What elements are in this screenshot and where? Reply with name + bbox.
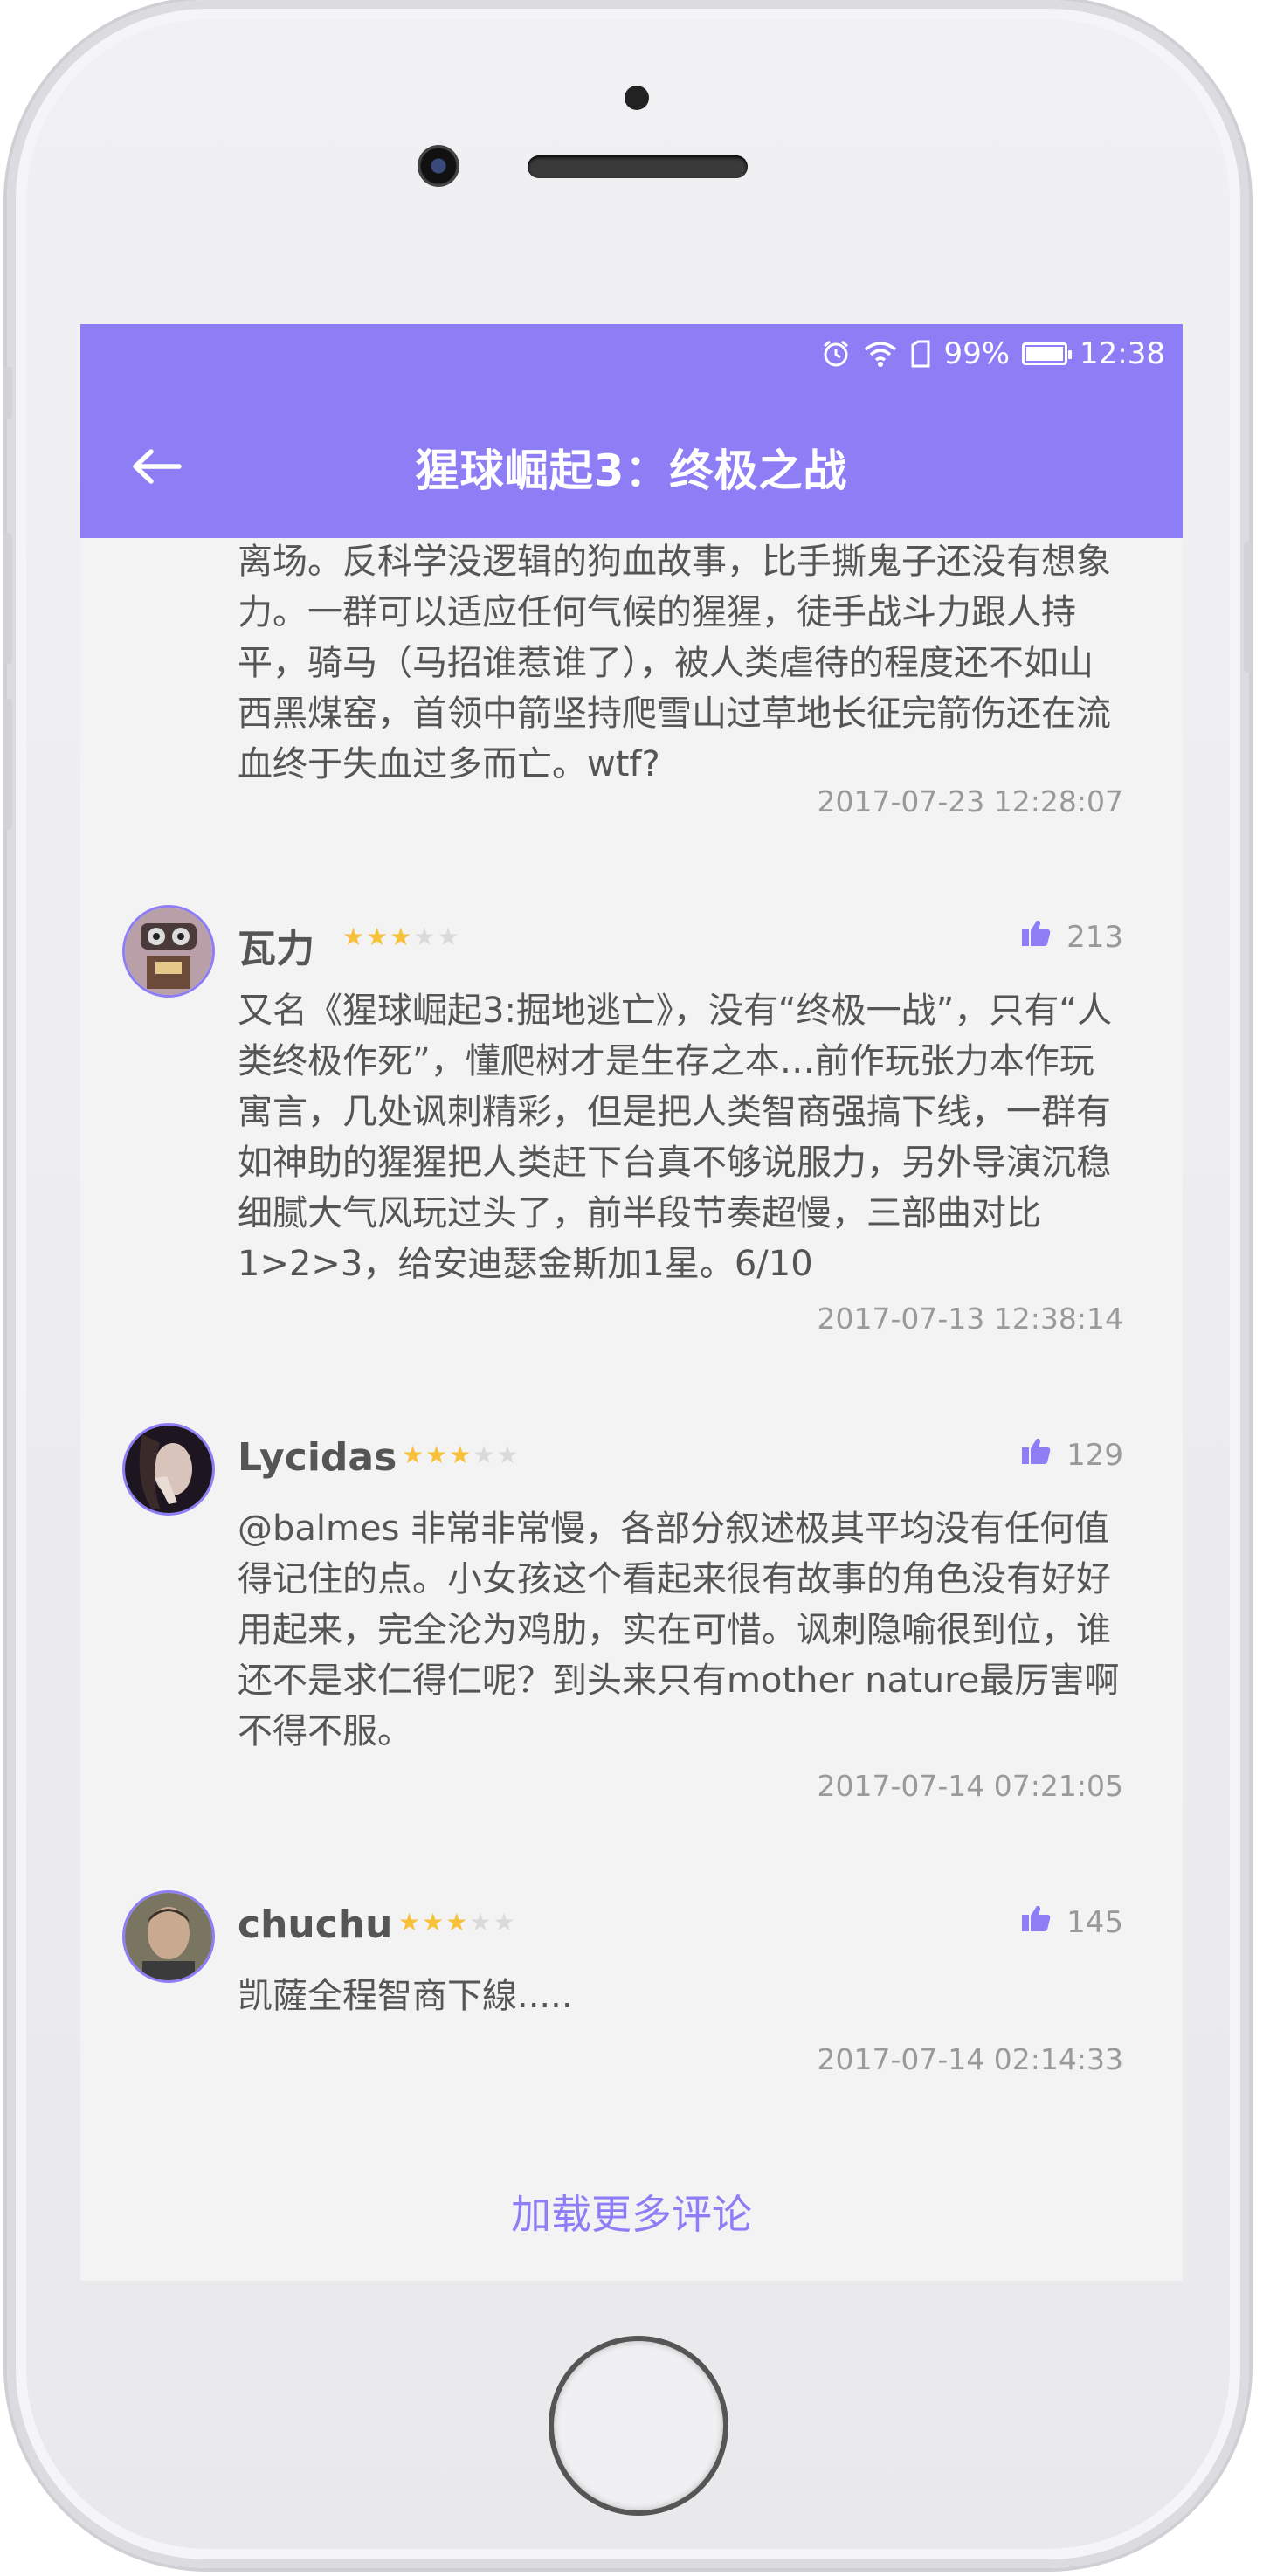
star-filled-icon: ★ (342, 922, 365, 951)
load-more-button[interactable]: 加载更多评论 (80, 2183, 1183, 2241)
volume-down-button (3, 699, 12, 830)
star-empty-icon: ★ (413, 922, 436, 951)
review-text: 又名《猩球崛起3:掘地逃亡》，没有“终极一战”，只有“人类终极作死”，懂爬树才是… (238, 991, 1113, 1284)
sim-icon (910, 340, 931, 368)
star-empty-icon: ★ (493, 1908, 515, 1937)
review-time: 2017-07-13 12:38:14 (817, 1302, 1123, 1336)
page-title: 猩球崛起3：终极之战 (415, 445, 848, 496)
battery-percent: 99% (943, 336, 1011, 371)
star-empty-icon: ★ (496, 1440, 519, 1469)
alarm-icon (821, 339, 851, 369)
star-filled-icon: ★ (402, 1440, 424, 1469)
like-button[interactable]: 145 (1021, 1904, 1123, 1940)
reviewer-name: chuchu (238, 1903, 393, 1947)
review-text: 离场。反科学没逻辑的狗血故事，比手撕鬼子还没有想象力。一群可以适应任何气候的猩猩… (238, 542, 1111, 784)
clock: 12:38 (1080, 336, 1165, 371)
status-bar: 99% 12:38 (821, 336, 1165, 371)
star-empty-icon: ★ (473, 1440, 495, 1469)
like-button[interactable]: 129 (1021, 1437, 1123, 1473)
volume-up-button (3, 533, 12, 664)
star-filled-icon: ★ (422, 1908, 445, 1937)
review-time: 2017-07-23 12:28:07 (817, 784, 1123, 818)
review-time: 2017-07-14 07:21:05 (817, 1769, 1123, 1803)
review-text: 凯薩全程智商下線..... (238, 1976, 573, 2016)
home-button[interactable] (554, 2341, 723, 2510)
power-button (1244, 542, 1253, 673)
reviewer-name: 瓦力 (238, 927, 314, 971)
like-count: 129 (1066, 1437, 1123, 1473)
battery-icon (1022, 342, 1073, 365)
front-camera (418, 145, 459, 187)
thumbs-up-icon (1021, 1437, 1051, 1473)
avatar[interactable] (122, 1890, 215, 1983)
rating-stars: ★ ★ ★ ★ ★ (342, 922, 459, 951)
thumbs-up-icon (1021, 919, 1051, 955)
star-filled-icon: ★ (366, 922, 389, 951)
app-bar: 99% 12:38 猩球崛起3：终极之战 (80, 324, 1183, 538)
rating-stars: ★ ★ ★ ★ ★ (402, 1440, 519, 1469)
proximity-sensor (625, 86, 649, 110)
avatar[interactable] (122, 1423, 215, 1516)
avatar[interactable] (122, 905, 215, 998)
earpiece-speaker (528, 155, 748, 178)
star-filled-icon: ★ (445, 1908, 468, 1937)
review-text: @balmes 非常非常慢，各部分叙述极其平均没有任何值得记住的点。小女孩这个看… (238, 1509, 1120, 1751)
wifi-icon (863, 340, 898, 368)
thumbs-up-icon (1021, 1904, 1051, 1940)
reviewer-name: Lycidas (238, 1435, 397, 1480)
rating-stars: ★ ★ ★ ★ ★ (398, 1908, 515, 1937)
star-empty-icon: ★ (437, 922, 459, 951)
like-button[interactable]: 213 (1021, 919, 1123, 955)
review-time: 2017-07-14 02:14:33 (817, 2042, 1123, 2076)
star-filled-icon: ★ (398, 1908, 421, 1937)
silent-switch (3, 367, 12, 419)
like-count: 213 (1066, 919, 1123, 955)
battery-fill (1026, 347, 1063, 361)
star-filled-icon: ★ (449, 1440, 472, 1469)
app-screen: 99% 12:38 猩球崛起3：终极之战 离场。反科学没逻辑的狗血故事，比手撕鬼… (80, 324, 1183, 2281)
star-filled-icon: ★ (425, 1440, 448, 1469)
star-filled-icon: ★ (390, 922, 412, 951)
star-empty-icon: ★ (469, 1908, 492, 1937)
like-count: 145 (1066, 1904, 1123, 1940)
